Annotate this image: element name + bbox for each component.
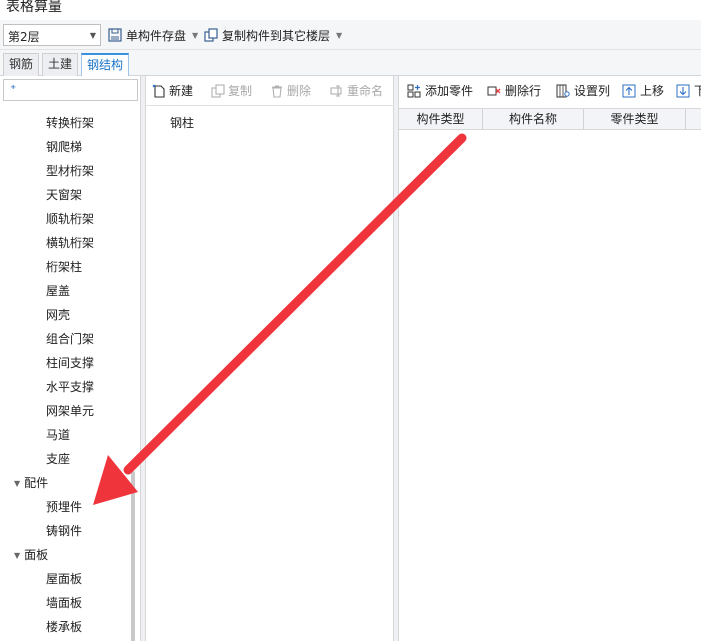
column-header-part-type[interactable]: 零件类型 <box>584 109 686 130</box>
delete-label: 删除 <box>287 84 312 98</box>
tab-steel-structure[interactable]: 钢结构 <box>81 53 130 77</box>
delete-row-label: 删除行 <box>505 84 542 98</box>
copy-icon <box>211 83 225 98</box>
copy-button[interactable]: 复制 <box>211 82 252 99</box>
rename-button[interactable]: 重命名 <box>330 82 383 99</box>
tree-item-cast-steel[interactable]: 铸钢件 <box>46 522 82 539</box>
tree-item-grid-unit[interactable]: 网架单元 <box>46 402 94 419</box>
chevron-down-icon: ▼ <box>89 31 96 40</box>
copy-layers-icon <box>204 28 218 42</box>
tree-item-support[interactable]: 支座 <box>46 450 70 467</box>
new-button[interactable]: 新建 <box>152 82 193 99</box>
tree-group-panels[interactable]: ▼ 面板 <box>14 546 48 563</box>
title-bar: 表格算量 <box>0 0 701 20</box>
tree-item-profile-truss[interactable]: 型材桁架 <box>46 162 94 179</box>
column-header-component-type[interactable]: 构件类型 <box>399 109 483 130</box>
component-list-pane: 新建 复制 删除 重命名 钢柱 <box>145 76 395 641</box>
copy-to-floor-button[interactable]: 复制构件到其它楼层 ▼ <box>204 26 342 44</box>
list-item[interactable]: 钢柱 <box>170 114 194 131</box>
tree-scrollbar[interactable] <box>131 471 135 641</box>
delete-row-button[interactable]: 删除行 <box>487 82 541 99</box>
save-single-button[interactable]: 单构件存盘 ▼ <box>108 26 198 44</box>
tree-item-floor-deck[interactable]: 楼承板 <box>46 618 82 635</box>
arrow-up-icon <box>622 84 636 97</box>
rename-label: 重命名 <box>347 84 384 98</box>
parts-table-header: 构件类型 构件名称 零件类型 <box>399 108 701 130</box>
caret-down-icon[interactable]: ▼ <box>14 479 20 488</box>
move-down-button[interactable]: 下 <box>676 82 701 99</box>
sparkle-icon: ⁺ <box>10 82 17 96</box>
tree-item-combined-portal[interactable]: 组合门架 <box>46 330 94 347</box>
set-columns-button[interactable]: 设置列 <box>556 82 610 99</box>
caret-down-icon[interactable]: ▼ <box>14 551 20 560</box>
move-down-label: 下 <box>694 84 701 98</box>
save-single-label: 单构件存盘 <box>126 28 187 43</box>
column-header-component-name[interactable]: 构件名称 <box>483 109 584 130</box>
window-title: 表格算量 <box>6 0 62 15</box>
parts-pane: 添加零件 删除行 设置列 上移 下 构件类型 构件名称 零件类型 <box>398 76 701 641</box>
move-up-button[interactable]: 上移 <box>622 82 664 99</box>
delete-button[interactable]: 删除 <box>270 82 311 99</box>
trash-icon <box>272 84 282 98</box>
tree-item-catwalk[interactable]: 马道 <box>46 426 70 443</box>
tree-item-truss-column[interactable]: 桁架柱 <box>46 258 82 275</box>
tree-item-wall-panel[interactable]: 墙面板 <box>46 594 82 611</box>
tree-item-embedded-part[interactable]: 预埋件 <box>46 498 82 515</box>
tree-item-column-bracing[interactable]: 柱间支撑 <box>46 354 94 371</box>
toolbar-divider <box>146 105 395 106</box>
category-tree-pane: ⁺ 转换桁架 钢爬梯 型材桁架 天窗架 顺轨桁架 横轨桁架 桁架柱 屋盖 网壳 … <box>0 76 141 641</box>
tree-item-horizontal-bracing[interactable]: 水平支撑 <box>46 378 94 395</box>
set-columns-label: 设置列 <box>574 84 611 98</box>
new-label: 新建 <box>169 84 194 98</box>
add-part-label: 添加零件 <box>425 84 474 98</box>
new-file-icon <box>152 84 165 98</box>
chevron-down-icon: ▼ <box>336 30 343 40</box>
tree-item-longitudinal-truss[interactable]: 顺轨桁架 <box>46 210 94 227</box>
copy-to-floor-label: 复制构件到其它楼层 <box>222 28 331 43</box>
floor-select-value: 第2层 <box>8 30 40 44</box>
columns-settings-icon <box>556 84 570 97</box>
tab-rebar[interactable]: 钢筋 <box>3 53 40 76</box>
tree-item-transverse-truss[interactable]: 横轨桁架 <box>46 234 94 251</box>
tree-item-lattice-shell[interactable]: 网壳 <box>46 306 70 323</box>
delete-row-icon <box>487 86 501 95</box>
tree-item-skylight-frame[interactable]: 天窗架 <box>46 186 82 203</box>
tree-group-accessories[interactable]: ▼ 配件 <box>14 474 48 491</box>
floor-select[interactable]: 第2层 ▼ <box>3 24 101 46</box>
tree-item-steel-ladder[interactable]: 钢爬梯 <box>46 138 82 155</box>
add-part-icon <box>407 84 421 97</box>
save-disk-icon <box>108 28 122 42</box>
tree-search-input[interactable] <box>24 82 134 98</box>
tree-group-label: 面板 <box>24 548 49 562</box>
rename-icon <box>330 84 342 97</box>
tree-item-roof-cover[interactable]: 屋盖 <box>46 282 70 299</box>
category-tree: 转换桁架 钢爬梯 型材桁架 天窗架 顺轨桁架 横轨桁架 桁架柱 屋盖 网壳 组合… <box>0 108 130 641</box>
copy-label: 复制 <box>228 84 253 98</box>
tree-search-box[interactable]: ⁺ <box>3 79 138 101</box>
tree-item-transfer-truss[interactable]: 转换桁架 <box>46 114 94 131</box>
arrow-down-icon <box>676 84 690 97</box>
tree-group-label: 配件 <box>24 476 49 490</box>
main-toolbar: 第2层 ▼ 单构件存盘 ▼ 复制构件到其它楼层 ▼ <box>0 20 701 50</box>
add-part-button[interactable]: 添加零件 <box>407 82 473 99</box>
tab-civil[interactable]: 土建 <box>42 53 79 76</box>
component-toolbar: 新建 复制 删除 重命名 <box>146 80 395 102</box>
chevron-down-icon: ▼ <box>192 30 199 40</box>
parts-toolbar: 添加零件 删除行 设置列 上移 下 <box>399 80 701 102</box>
module-tabs: 钢筋 土建 钢结构 <box>0 50 701 77</box>
tree-item-roof-panel[interactable]: 屋面板 <box>46 570 82 587</box>
move-up-label: 上移 <box>640 84 665 98</box>
